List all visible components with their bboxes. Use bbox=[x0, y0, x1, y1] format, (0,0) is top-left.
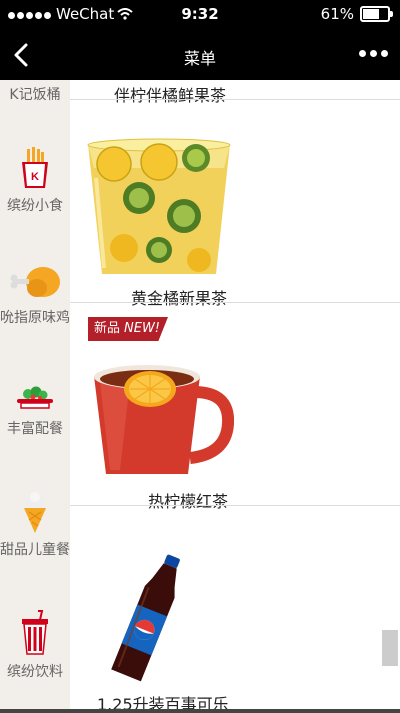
sidebar-item-original-chicken[interactable]: 吮指原味鸡 bbox=[0, 262, 70, 328]
product-name[interactable]: 黄金橘新果茶 bbox=[131, 285, 227, 309]
sidebar-item-label: 缤纷饮料 bbox=[7, 664, 63, 680]
divider bbox=[70, 505, 400, 506]
battery-percent: 61% bbox=[320, 5, 354, 23]
product-name[interactable]: 热柠檬红茶 bbox=[148, 488, 228, 512]
new-product-badge: 新品 NEW! bbox=[88, 317, 168, 341]
sidebar-item-drinks[interactable]: 缤纷饮料 bbox=[0, 610, 70, 682]
sidebar-item-side-dishes[interactable]: 丰富配餐 bbox=[0, 383, 70, 439]
chicken-drumstick-icon bbox=[10, 267, 60, 297]
battery-icon bbox=[360, 6, 393, 22]
svg-text:K: K bbox=[31, 171, 39, 183]
scrollbar-thumb[interactable] bbox=[382, 630, 398, 666]
divider bbox=[70, 99, 400, 100]
more-dots-icon[interactable] bbox=[359, 50, 388, 57]
sidebar-item-snacks[interactable]: K 缤纷小食 bbox=[0, 146, 70, 216]
nav-bar: 菜单 bbox=[0, 30, 400, 80]
drink-cup-icon bbox=[22, 610, 48, 655]
product-image[interactable] bbox=[84, 138, 234, 276]
sidebar-item-label: 甜品儿童餐 bbox=[0, 542, 70, 558]
battery-indicator: 61% bbox=[320, 5, 393, 23]
category-sidebar: K记饭桶 K 缤纷小食 吮指原味鸡 丰富配餐 甜品儿童餐 缤纷饮料 bbox=[0, 80, 70, 713]
divider bbox=[70, 302, 400, 303]
sidebar-item-k-rice-bucket[interactable]: K记饭桶 bbox=[0, 85, 70, 105]
product-image[interactable] bbox=[110, 550, 190, 683]
salad-plate-icon bbox=[17, 386, 53, 409]
sidebar-item-label: K记饭桶 bbox=[9, 87, 61, 103]
sidebar-item-dessert-kids[interactable]: 甜品儿童餐 bbox=[0, 490, 70, 560]
page-title: 菜单 bbox=[183, 49, 216, 68]
fries-icon: K bbox=[22, 147, 48, 188]
product-image[interactable] bbox=[90, 362, 234, 478]
sidebar-item-label: 缤纷小食 bbox=[7, 198, 63, 214]
product-name[interactable]: 伴柠伴橘鲜果茶 bbox=[114, 82, 226, 106]
status-bar: WeChat 9:32 61% bbox=[0, 0, 400, 30]
product-list: 伴柠伴橘鲜果茶 黄金橘新果茶 新品 NEW! 热柠檬红茶 1.25升装百事可乐 bbox=[70, 80, 400, 713]
bottom-edge bbox=[0, 709, 400, 713]
badge-text: 新品 bbox=[94, 321, 121, 336]
badge-new-text: NEW! bbox=[124, 321, 161, 336]
sidebar-item-label: 吮指原味鸡 bbox=[0, 310, 70, 326]
sidebar-item-label: 丰富配餐 bbox=[7, 421, 63, 437]
ice-cream-cone-icon bbox=[24, 492, 46, 533]
